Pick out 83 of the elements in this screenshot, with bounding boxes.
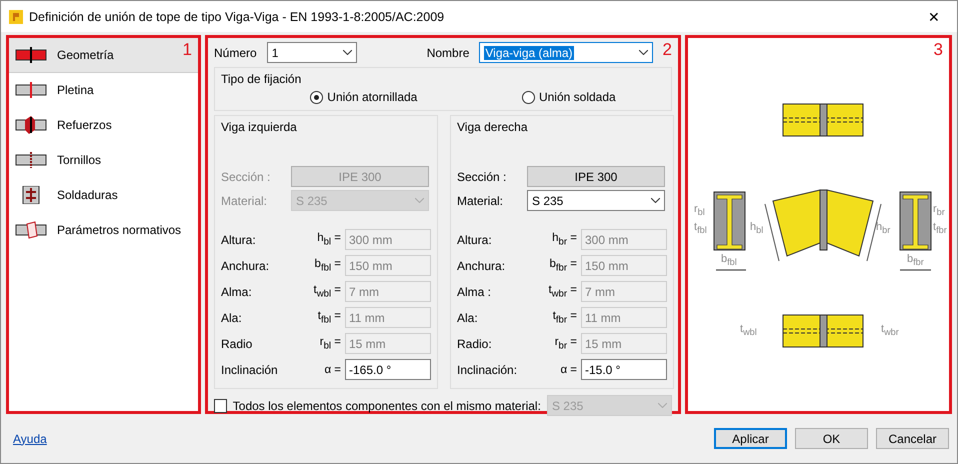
symbol-label: t$_{wbr}$ = xyxy=(547,284,577,300)
chevron-icon xyxy=(342,50,352,55)
callout-number: 1 xyxy=(182,40,192,60)
sidebar-item-label: Refuerzos xyxy=(57,118,112,132)
symbol-label: h$_{br}$ = xyxy=(551,232,577,248)
symbol-label: b$_{fbr}$ = xyxy=(548,258,577,274)
dimension-label: r$_{bl}$ xyxy=(694,204,705,218)
callout-number: 2 xyxy=(662,40,672,60)
group-title: Tipo de fijación xyxy=(221,72,302,86)
field-label: Nombre xyxy=(426,46,470,60)
dimension-label: t$_{wbr}$ xyxy=(881,324,899,338)
sidebar-item[interactable]: Pletina xyxy=(9,73,198,108)
callout-number: 3 xyxy=(934,40,943,60)
sidebar-item[interactable]: Refuerzos xyxy=(9,108,198,143)
stiffener-icon xyxy=(15,116,47,134)
name-dropdown[interactable]: Viga-viga (alma) xyxy=(479,42,654,63)
dimension-label: t$_{fbl}$ xyxy=(694,222,707,236)
selected-text: Viga-viga (alma) xyxy=(484,46,574,60)
group-title: Viga izquierda xyxy=(221,120,298,134)
symbol-label: α = xyxy=(323,364,341,376)
app-logo-icon xyxy=(9,10,23,24)
field-label: Alma: xyxy=(221,284,253,298)
symbol-label: r$_{bl}$ = xyxy=(318,336,341,352)
geometry-icon xyxy=(15,46,47,64)
number-dropdown[interactable]: 1 xyxy=(266,42,357,63)
help-link[interactable]: Ayuda xyxy=(13,432,706,446)
params-icon xyxy=(15,221,47,239)
sidebar-item[interactable]: Parámetros normativos xyxy=(9,213,198,248)
symbol-label: h$_{bl}$ = xyxy=(316,232,341,248)
dimension-label: r$_{br}$ xyxy=(933,204,945,218)
sidebar-item-label: Parámetros normativos xyxy=(57,223,182,237)
close-button[interactable]: ✕ xyxy=(919,2,949,30)
field-label: Ala: xyxy=(457,310,479,324)
field-label: Inclinación xyxy=(221,362,279,376)
dialog-button[interactable]: Aplicar xyxy=(714,428,787,449)
dimension-label: t$_{wbl}$ xyxy=(740,324,757,338)
field-label: Anchura: xyxy=(457,258,506,272)
plate-icon xyxy=(15,81,47,99)
chevron-icon xyxy=(651,198,660,203)
field-label: Radio xyxy=(221,336,254,350)
chevron-icon xyxy=(658,403,667,408)
dimension-label: t$_{fbr}$ xyxy=(933,222,947,236)
dialog-button[interactable]: Cancelar xyxy=(876,428,949,449)
symbol-label: b$_{fbl}$ = xyxy=(314,258,341,274)
dimension-label: h$_{br}$ xyxy=(876,222,890,236)
field-label: Material: xyxy=(221,194,268,208)
material-dropdown[interactable]: S 235 xyxy=(527,190,665,211)
symbol-label: t$_{fbl}$ = xyxy=(316,310,341,326)
field-label: Alma : xyxy=(457,284,492,298)
field-label: Sección : xyxy=(221,170,272,184)
field-label: Ala: xyxy=(221,310,243,324)
section-button[interactable]: IPE 300 xyxy=(527,166,665,187)
field-label: Inclinación: xyxy=(457,362,518,376)
field-label: Radio: xyxy=(457,336,493,350)
group-title: Viga derecha xyxy=(457,120,528,134)
chevron-icon xyxy=(639,50,648,55)
field-label: Altura: xyxy=(457,232,493,246)
value-field[interactable]: -15.0 ° xyxy=(581,359,667,380)
sidebar-item[interactable]: Soldaduras xyxy=(9,178,198,213)
symbol-label: t$_{fbr}$ = xyxy=(552,310,577,326)
sidebar-item-label: Geometría xyxy=(57,48,114,62)
field-label: Anchura: xyxy=(221,258,270,272)
checkbox-label: Todos los elementos componentes con el mismo material: xyxy=(232,398,541,412)
symbol-label: t$_{wbl}$ = xyxy=(312,284,341,300)
field-label: Material: xyxy=(457,194,504,208)
radio-option[interactable]: Unión soldada xyxy=(522,90,616,104)
bolts-icon xyxy=(15,151,47,169)
sidebar-item-label: Soldaduras xyxy=(57,188,118,202)
dimension-label: b$_{fbr}$ xyxy=(907,254,924,268)
dialog-button[interactable]: OK xyxy=(795,428,868,449)
field-label: Número xyxy=(214,46,257,60)
symbol-label: α = xyxy=(559,364,577,376)
dimension-label: b$_{fbl}$ xyxy=(721,254,737,268)
symbol-label: r$_{br}$ = xyxy=(554,336,577,352)
field-label: Sección : xyxy=(457,170,508,184)
chevron-icon xyxy=(415,198,424,203)
sidebar-item-label: Pletina xyxy=(57,83,94,97)
window-title: Definición de unión de tope de tipo Viga-Viga - EN 1993-1-8:2005/AC:2009 xyxy=(29,10,446,24)
sidebar-item[interactable]: Tornillos xyxy=(9,143,198,178)
dimension-label: h$_{bl}$ xyxy=(750,222,764,236)
field-label: Altura: xyxy=(221,232,257,246)
radio-option[interactable]: Unión atornillada xyxy=(310,90,418,104)
sidebar-item-label: Tornillos xyxy=(57,153,102,167)
